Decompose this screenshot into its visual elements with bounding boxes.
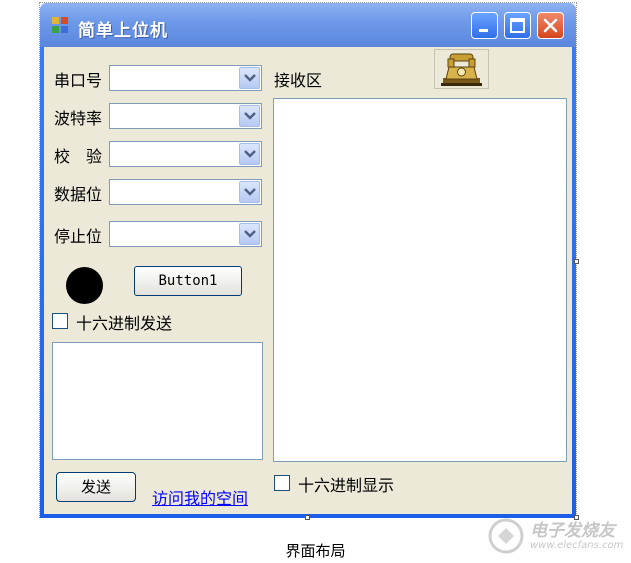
window-title: 简单上位机	[78, 21, 168, 41]
status-indicator	[66, 267, 103, 304]
databits-dropdown-button[interactable]	[239, 181, 260, 203]
chevron-down-icon	[244, 150, 256, 158]
send-button[interactable]: 发送	[56, 472, 136, 502]
stopbits-combobox[interactable]	[109, 221, 262, 247]
client-area: 串口号 波特率 校 验 数据位 停止位 Button1 十六进制发送 发送 访问…	[44, 47, 572, 514]
title-bar[interactable]: 简单上位机	[40, 3, 576, 47]
phone-button[interactable]	[434, 49, 489, 89]
chevron-down-icon	[244, 112, 256, 120]
chevron-down-icon	[244, 74, 256, 82]
receive-textbox[interactable]	[273, 98, 567, 462]
close-icon	[543, 18, 558, 33]
watermark-logo-icon	[488, 518, 524, 554]
baud-dropdown-button[interactable]	[239, 105, 260, 127]
port-dropdown-button[interactable]	[239, 67, 260, 89]
telephone-icon	[441, 53, 482, 86]
watermark: 电子发烧友 www.elecfans.com	[486, 516, 626, 558]
hex-send-label: 十六进制发送	[76, 314, 173, 333]
app-window: 简单上位机 串口号 波特率 校 验 数据位 停止位 Button1 十六进制发送…	[40, 3, 576, 518]
databits-label: 数据位	[54, 185, 103, 204]
close-button[interactable]	[537, 12, 564, 39]
baud-label: 波特率	[54, 109, 103, 128]
hex-send-checkbox[interactable]	[52, 313, 68, 329]
minimize-button[interactable]	[471, 12, 498, 39]
hex-display-label: 十六进制显示	[298, 476, 395, 495]
chevron-down-icon	[244, 230, 256, 238]
chevron-down-icon	[244, 188, 256, 196]
send-textbox[interactable]	[52, 342, 263, 460]
visit-space-link[interactable]: 访问我的空间	[152, 485, 248, 509]
hex-display-checkbox[interactable]	[274, 475, 290, 491]
parity-dropdown-button[interactable]	[239, 143, 260, 165]
watermark-url: www.elecfans.com	[530, 540, 624, 551]
databits-combobox[interactable]	[109, 179, 262, 205]
parity-label: 校 验	[54, 147, 103, 166]
parity-combobox[interactable]	[109, 141, 262, 167]
receive-label: 接收区	[274, 71, 323, 90]
stopbits-label: 停止位	[54, 227, 103, 246]
baud-combobox[interactable]	[109, 103, 262, 129]
maximize-button[interactable]	[504, 12, 531, 39]
watermark-text: 电子发烧友	[530, 521, 615, 541]
port-combobox[interactable]	[109, 65, 262, 91]
button1[interactable]: Button1	[134, 266, 242, 296]
port-label: 串口号	[54, 71, 103, 90]
minimize-icon	[479, 29, 488, 32]
stopbits-dropdown-button[interactable]	[239, 223, 260, 245]
app-window-icon	[52, 17, 68, 33]
maximize-icon	[510, 18, 525, 33]
resize-handle-bottom[interactable]	[305, 515, 310, 520]
resize-handle-right[interactable]	[574, 259, 579, 264]
